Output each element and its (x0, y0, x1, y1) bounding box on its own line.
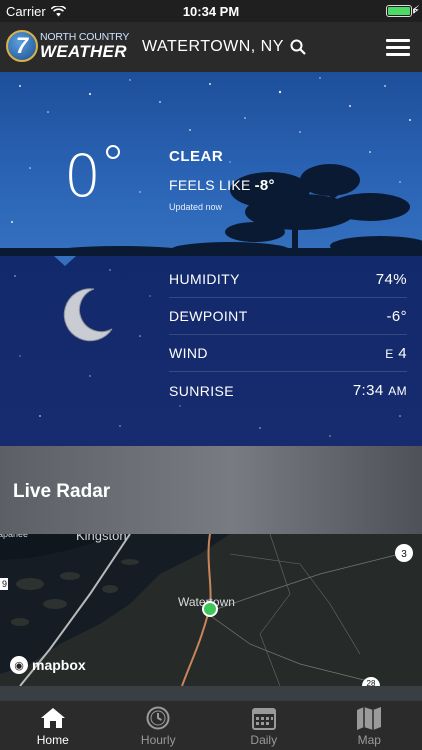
mapbox-attribution[interactable]: ◉ mapbox (10, 656, 86, 674)
detail-row-humidity: HUMIDITY 74% (169, 261, 407, 298)
detail-row-dewpoint: DEWPOINT -6° (169, 298, 407, 335)
app-header: 7 NORTH COUNTRY WEATHER WATERTOWN, NY (0, 22, 422, 72)
section-divider (0, 686, 422, 700)
humidity-value: 74% (375, 270, 407, 288)
tab-bar: Home Hourly Daily Map (0, 700, 422, 750)
charging-icon: ⚡ (411, 3, 420, 17)
tab-home[interactable]: Home (0, 701, 106, 750)
tab-hourly[interactable]: Hourly (106, 701, 212, 750)
svg-text:3: 3 (401, 549, 407, 560)
tab-map[interactable]: Map (317, 701, 422, 750)
svg-text:28: 28 (367, 679, 376, 686)
map-label-left: apanee (0, 534, 28, 539)
calendar-icon (251, 708, 276, 730)
location-search[interactable]: WATERTOWN, NY (142, 38, 306, 56)
detail-row-wind: WIND E 4 (169, 335, 407, 372)
location-label: WATERTOWN, NY (142, 38, 284, 55)
pointer-notch (54, 256, 76, 266)
station-logo[interactable]: 7 NORTH COUNTRY WEATHER (6, 30, 129, 62)
svg-text:9: 9 (2, 579, 7, 589)
map-icon (357, 707, 382, 730)
sunrise-value: 7:34 AM (352, 382, 407, 399)
logo-badge: 7 (6, 30, 38, 62)
battery-icon (386, 5, 412, 17)
detail-row-sunrise: SUNRISE 7:34 AM (169, 382, 407, 399)
hamburger-menu-icon[interactable] (386, 39, 410, 60)
degree-symbol (106, 145, 120, 159)
feels-like-value: -8° (254, 177, 275, 194)
updated-text: Updated now (169, 202, 223, 212)
wind-value: E 4 (385, 344, 407, 362)
clock-icon (146, 706, 170, 730)
home-icon (40, 708, 65, 728)
current-temperature: 0 (64, 142, 101, 210)
search-icon[interactable] (290, 39, 306, 55)
condition-text: CLEAR (169, 148, 224, 165)
current-conditions: 0 CLEAR FEELS LIKE -8° Updated now (0, 72, 422, 256)
logo-line2: WEATHER (40, 41, 127, 61)
status-bar: Carrier 10:34 PM ⚡ (0, 0, 422, 22)
live-radar-title: Live Radar (13, 481, 111, 502)
clock: 10:34 PM (182, 4, 240, 19)
mapbox-logo-icon: ◉ (10, 656, 28, 674)
radar-map[interactable]: Kingston apanee Watertown 3 9 28 ◉ mapbo… (0, 534, 422, 686)
map-label-kingston: Kingston (76, 534, 127, 543)
moon-icon (63, 288, 113, 342)
feels-like: FEELS LIKE -8° (169, 177, 275, 194)
live-radar-header[interactable]: Live Radar (0, 446, 422, 534)
tab-daily[interactable]: Daily (211, 701, 317, 750)
dewpoint-value: -6° (386, 307, 407, 325)
